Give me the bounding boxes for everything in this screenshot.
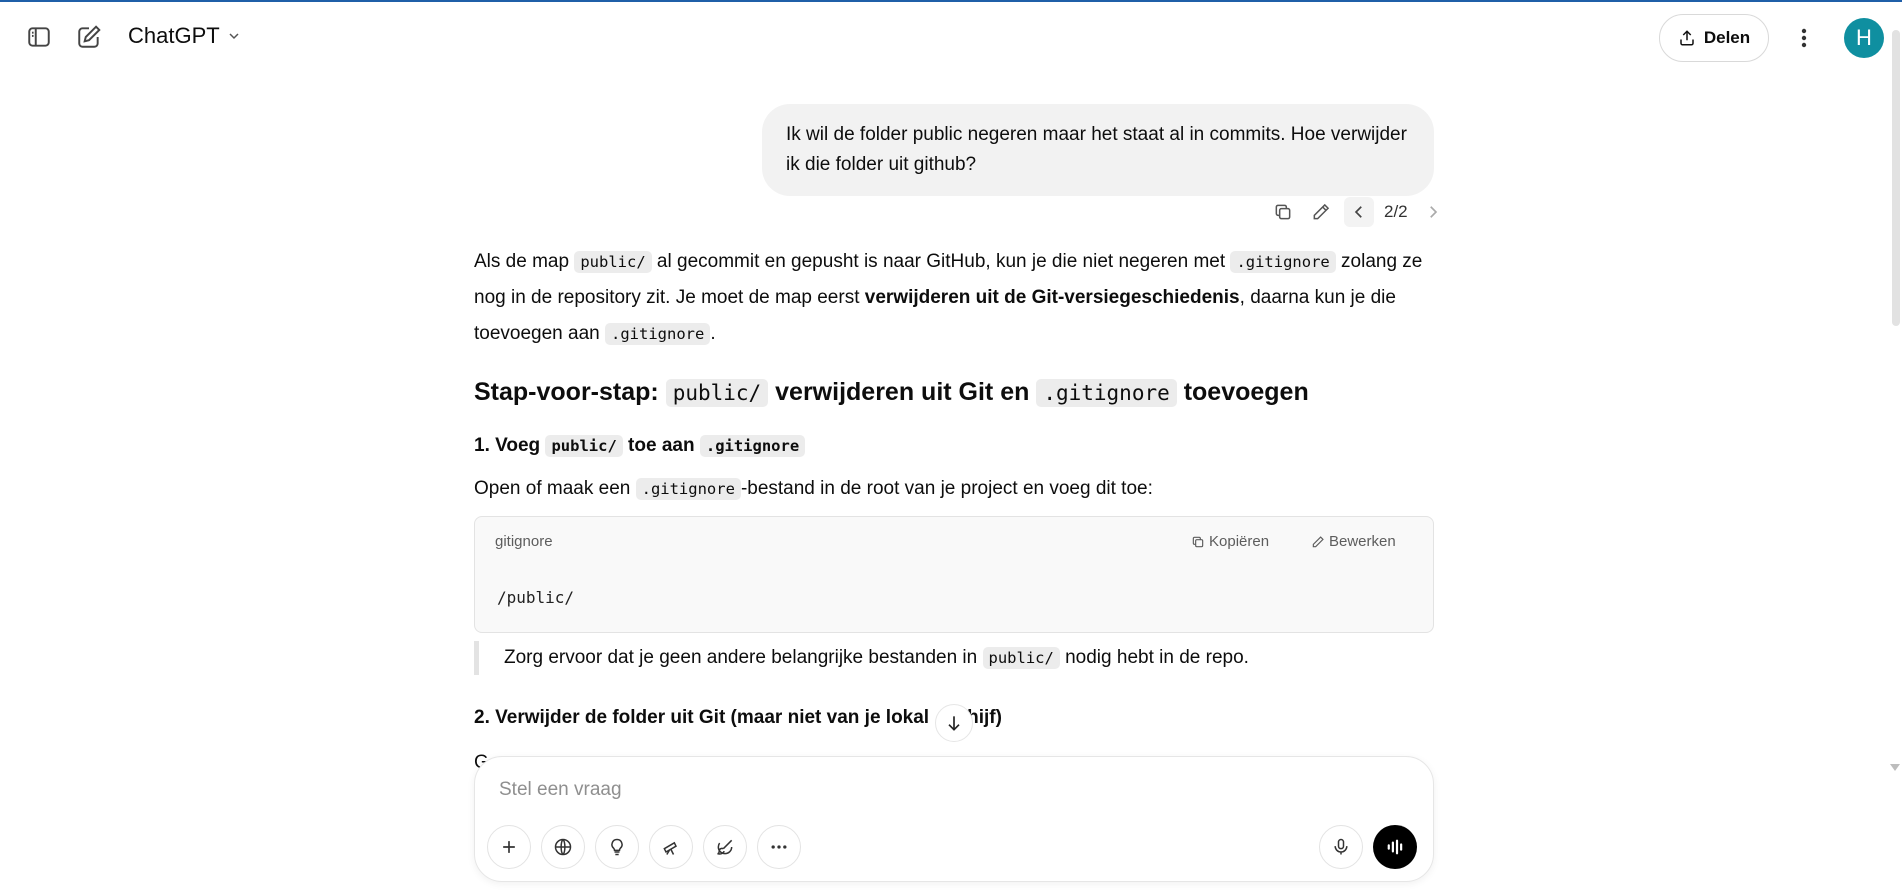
- inline-code: .gitignore: [1230, 251, 1336, 273]
- reason-button[interactable]: [595, 825, 639, 869]
- telescope-icon: [663, 841, 677, 855]
- prompt-input[interactable]: [499, 775, 1399, 805]
- text-span: -bestand in de root van je project en vo…: [740, 478, 1153, 499]
- note-blockquote: Zorg ervoor dat je geen andere belangrij…: [474, 641, 1249, 675]
- edit-code-label: Bewerken: [1329, 533, 1396, 550]
- inline-code: .gitignore: [635, 478, 741, 500]
- model-selector[interactable]: ChatGPT: [128, 23, 242, 49]
- next-branch-button[interactable]: [1418, 197, 1448, 227]
- text-span: toevoegen: [1176, 378, 1309, 406]
- edit-code-button[interactable]: Bewerken: [1311, 533, 1396, 550]
- text-span: .: [710, 323, 716, 344]
- intro-paragraph: Als de map public/ al gecommit en gepush…: [474, 244, 1434, 352]
- copy-code-label: Kopiëren: [1209, 533, 1270, 550]
- create-image-button[interactable]: [703, 825, 747, 869]
- text-span: Als de map: [474, 251, 575, 272]
- pencil-icon: [1313, 203, 1330, 220]
- pencil-icon: [1312, 535, 1324, 547]
- globe-icon: [554, 838, 572, 856]
- deep-research-button[interactable]: [649, 825, 693, 869]
- step-2-heading: 2. Verwijder de folder uit Git (maar nie…: [474, 703, 1002, 733]
- new-chat-icon: [78, 25, 101, 48]
- arrow-down-icon: [948, 716, 960, 731]
- paintbrush-icon: [717, 839, 733, 855]
- attach-button[interactable]: [487, 825, 531, 869]
- copy-icon: [1192, 536, 1204, 547]
- scroll-to-bottom-button[interactable]: [935, 704, 973, 742]
- branch-counter: 2/2: [1384, 202, 1408, 221]
- step-1-paragraph: Open of maak een .gitignore -bestand in d…: [474, 474, 1153, 504]
- text-span: 1. Voeg: [474, 435, 546, 456]
- top-bar: ChatGPT Delen H: [0, 2, 1902, 72]
- previous-branch-button[interactable]: [1344, 197, 1374, 227]
- copy-code-button[interactable]: Kopiëren: [1191, 533, 1269, 550]
- sidebar-toggle-button[interactable]: [19, 17, 59, 57]
- copy-message-button[interactable]: [1268, 197, 1298, 227]
- lightbulb-icon: [611, 838, 623, 856]
- inline-code: public/: [982, 647, 1060, 669]
- text-span: 2. Verwijder de folder uit Git (maar nie…: [474, 707, 930, 728]
- user-message-bubble: Ik wil de folder public negeren maar het…: [762, 104, 1434, 196]
- composer: [474, 756, 1434, 882]
- model-name-label: ChatGPT: [128, 23, 220, 48]
- voice-waveform-icon: [1387, 839, 1403, 855]
- voice-mode-button[interactable]: [1373, 825, 1417, 869]
- dictate-button[interactable]: [1319, 825, 1363, 869]
- text-span: Stap-voor-stap:: [474, 378, 666, 406]
- user-message-text: Ik wil de folder public negeren maar het…: [786, 124, 1407, 175]
- copy-icon: [1275, 204, 1291, 220]
- more-vertical-icon: [1801, 28, 1807, 48]
- text-span: al gecommit en gepusht is naar GitHub, k…: [651, 251, 1231, 272]
- inline-code: public/: [574, 251, 652, 273]
- edit-message-button[interactable]: [1306, 197, 1336, 227]
- scroll-down-arrow-icon[interactable]: [1890, 764, 1900, 771]
- new-chat-button[interactable]: [69, 17, 109, 57]
- chevron-left-icon: [1354, 206, 1362, 218]
- text-span: verwijderen uit Git en: [768, 378, 1037, 406]
- upload-icon: [1680, 30, 1694, 46]
- conversation-options-button[interactable]: [1784, 18, 1824, 58]
- share-button[interactable]: Delen: [1659, 14, 1769, 62]
- sidebar-toggle-icon: [28, 27, 50, 47]
- inline-code: public/: [545, 435, 623, 457]
- microphone-icon: [1334, 838, 1348, 855]
- search-web-button[interactable]: [541, 825, 585, 869]
- text-span: Zorg ervoor dat je geen andere belangrij…: [504, 647, 983, 668]
- scrollbar-thumb[interactable]: [1892, 30, 1900, 326]
- chevron-right-icon: [1429, 206, 1437, 218]
- text-span: Open of maak een: [474, 478, 636, 499]
- more-tools-button[interactable]: [757, 825, 801, 869]
- plus-icon: [503, 841, 515, 853]
- scrollbar[interactable]: [1890, 0, 1902, 896]
- message-actions: 2/2: [1268, 197, 1448, 227]
- text-span: toe aan: [622, 435, 700, 456]
- section-heading: Stap-voor-stap: public/ verwijderen uit …: [474, 374, 1309, 411]
- inline-code: .gitignore: [605, 323, 711, 345]
- step-1-heading: 1. Voeg public/ toe aan .gitignore: [474, 431, 806, 461]
- bold-text: verwijderen uit de Git-versiegeschiedeni…: [864, 287, 1240, 308]
- more-horizontal-icon: [771, 845, 787, 849]
- inline-code: .gitignore: [1036, 379, 1177, 407]
- assistant-message: Als de map public/ al gecommit en gepush…: [474, 244, 1434, 773]
- text-span: nodig hebt in de repo.: [1059, 647, 1249, 668]
- share-label: Delen: [1703, 28, 1751, 47]
- code-content: /public/: [497, 588, 575, 607]
- code-language-label: gitignore: [495, 533, 553, 550]
- avatar[interactable]: H: [1844, 18, 1884, 58]
- inline-code: public/: [665, 379, 769, 407]
- chevron-down-icon: [229, 33, 239, 40]
- inline-code: .gitignore: [699, 435, 806, 457]
- code-block: gitignore Kopiëren Bewerken /public/: [474, 516, 1434, 633]
